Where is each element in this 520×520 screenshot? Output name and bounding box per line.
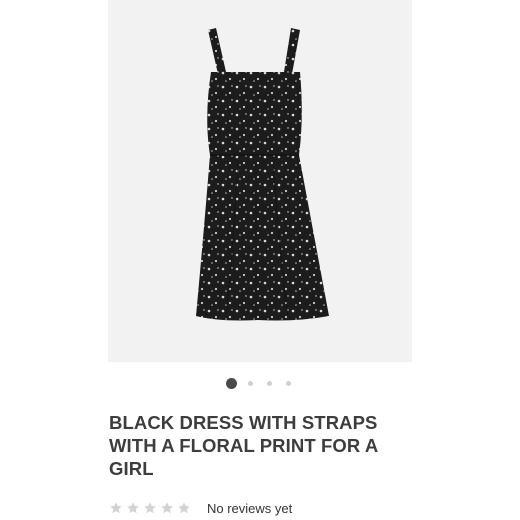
product-title-line-2: WITH A FLORAL PRINT FOR A: [109, 435, 379, 456]
image-carousel-indicator: [0, 378, 520, 390]
star-icon: [144, 502, 156, 514]
star-icon: [127, 502, 139, 514]
product-image[interactable]: [108, 0, 412, 362]
carousel-dot-1[interactable]: [226, 378, 237, 389]
star-icon: [110, 502, 122, 514]
star-icon: [161, 502, 173, 514]
carousel-dot-4[interactable]: [286, 381, 291, 386]
product-title-line-1: BLACK DRESS WITH STRAPS: [109, 412, 378, 433]
product-title-line-3: GIRL: [109, 458, 154, 479]
product-page: BLACK DRESS WITH STRAPS WITH A FLORAL PR…: [0, 0, 520, 520]
reviews-count-text[interactable]: No reviews yet: [207, 501, 292, 516]
carousel-dot-2[interactable]: [248, 381, 253, 386]
product-rating[interactable]: No reviews yet: [109, 500, 292, 516]
product-title: BLACK DRESS WITH STRAPS WITH A FLORAL PR…: [109, 411, 409, 480]
star-icon: [178, 502, 190, 514]
carousel-dot-3[interactable]: [267, 381, 272, 386]
rating-stars: [109, 501, 191, 515]
dress-illustration: [196, 28, 329, 321]
